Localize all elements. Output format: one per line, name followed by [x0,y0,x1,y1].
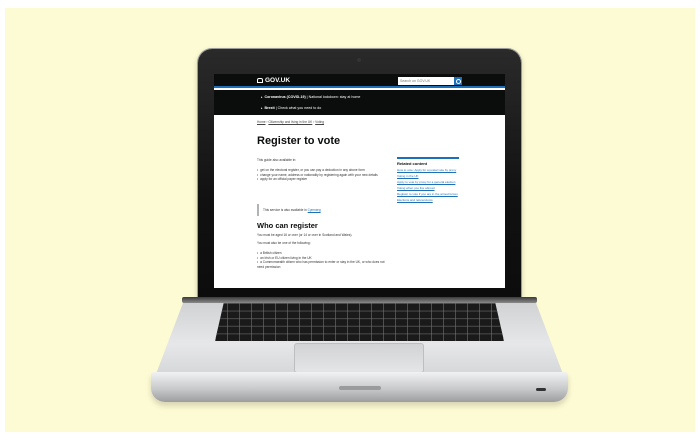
laptop-lid: GOV.UK Search on GOV.UK Coronavirus (COV… [198,49,521,301]
related-content: Related content How to vote: Apply for a… [397,157,459,204]
related-link[interactable]: Elections and referendums [397,198,459,202]
search-input[interactable]: Search on GOV.UK [398,77,454,85]
section-bullets: a British citizen an Irish or EU citizen… [257,251,387,269]
related-link[interactable]: Apply to vote by proxy for a general ele… [397,180,459,184]
related-link[interactable]: Register to vote if you are in the armed… [397,192,459,196]
crown-icon [257,78,263,83]
laptop-front-edge [151,372,568,402]
search-button[interactable] [454,77,462,85]
laptop-hinge [182,297,537,303]
laptop-screen: GOV.UK Search on GOV.UK Coronavirus (COV… [214,74,505,288]
inset-text: This service is also available in Cymrae… [257,204,375,216]
background: GOV.UK Search on GOV.UK Coronavirus (COV… [5,8,695,432]
site-logo[interactable]: GOV.UK [257,77,290,84]
intro-text: This guide also available in: [257,158,297,162]
related-link[interactable]: Voting in the UK [397,174,459,178]
page-title: Register to vote [257,135,341,147]
webcam-icon [357,58,361,62]
related-link[interactable]: How to vote: Apply for a postal vote by … [397,168,459,172]
lid-notch [339,386,381,390]
related-link[interactable]: Voting when you live abroad [397,186,459,190]
list-item: a Commonwealth citizen who has permissio… [257,260,387,269]
breadcrumb-citizenship[interactable]: Citizenship and living in the UK [268,120,312,124]
related-title: Related content [397,161,428,166]
covid-banner-link[interactable]: Coronavirus (COVID-19) | National lockdo… [261,95,361,99]
section-paragraph: You must be aged 16 or over (or 14 or ov… [257,233,353,237]
sleep-indicator-icon [536,388,546,391]
breadcrumb-home[interactable]: Home [257,120,266,124]
list-item: apply for an official paper register [257,177,387,182]
alert-banner: Coronavirus (COVID-19) | National lockdo… [214,90,505,115]
brexit-banner-link[interactable]: Brexit | Check what you need to do [261,106,322,110]
section-heading: Who can register [257,221,318,230]
breadcrumb: Home › Citizenship and living in the UK … [257,120,325,124]
site-brand: GOV.UK [265,77,291,84]
site-header: GOV.UK Search on GOV.UK [214,74,505,88]
cymraeg-link[interactable]: Cymraeg [308,208,321,212]
keyboard [215,303,504,341]
trackpad [294,343,424,373]
intro-bullets: get on the electoral register, or you ca… [257,168,387,182]
breadcrumb-voting[interactable]: Voting [315,120,324,124]
section-paragraph: You must also be one of the following: [257,241,311,245]
